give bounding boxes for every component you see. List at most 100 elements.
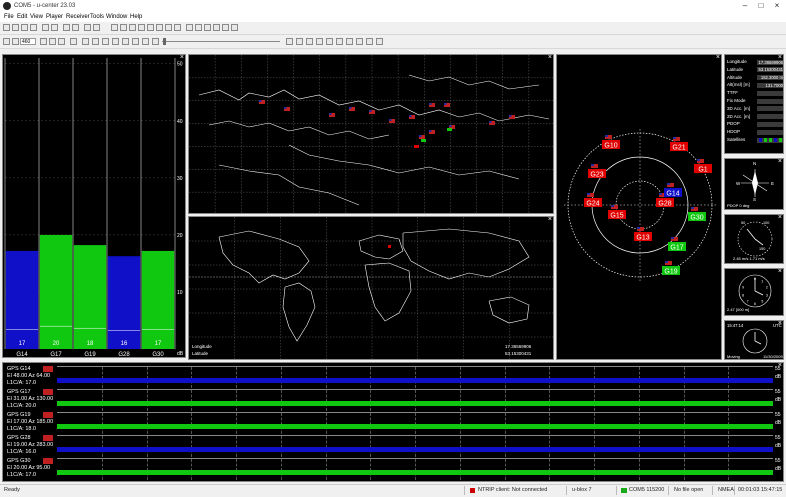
satellite-G21[interactable]: G21 — [670, 137, 688, 152]
satellite-G13[interactable]: G13 — [634, 227, 652, 242]
timeline-elevation-azimuth: El 19.00 Az 283.00 — [7, 442, 54, 448]
toolbar-button-icon[interactable] — [72, 24, 79, 31]
signal-axis-tick: 50 — [177, 62, 183, 68]
toolbar-button-icon[interactable] — [51, 24, 58, 31]
menu-tools[interactable]: Tools — [90, 14, 104, 20]
toolbar-button-icon[interactable] — [12, 24, 19, 31]
menu-view[interactable]: View — [30, 14, 43, 20]
timeline-scale-max: 55 — [775, 389, 781, 395]
player-button-icon[interactable] — [102, 38, 109, 45]
timeline-scale-unit: dB — [775, 397, 782, 403]
player-button-icon[interactable] — [356, 38, 363, 45]
satellite-G24[interactable]: G24 — [584, 193, 602, 208]
player-button-icon[interactable] — [366, 38, 373, 45]
minimize-button[interactable]: – — [738, 1, 752, 11]
info-value: 131.7000 — [757, 82, 783, 88]
toolbar-button-icon[interactable] — [222, 24, 229, 31]
menu-edit[interactable]: Edit — [17, 14, 27, 20]
menu-receiver[interactable]: Receiver — [66, 14, 90, 20]
timeline-plot — [57, 435, 773, 457]
toolbar-button-icon[interactable] — [3, 24, 10, 31]
info-value — [757, 121, 783, 127]
player-button-icon[interactable] — [296, 38, 303, 45]
player-button-icon[interactable] — [346, 38, 353, 45]
toolbar-button-icon[interactable] — [231, 24, 238, 31]
toolbar-button-icon[interactable] — [213, 24, 220, 31]
speed-tick-50: 50 — [741, 221, 746, 225]
menu-player[interactable]: Player — [46, 14, 63, 20]
toolbar-button-icon[interactable] — [165, 24, 172, 31]
satellite-G14[interactable]: G14 — [664, 183, 682, 198]
map-full-view[interactable] — [189, 217, 554, 360]
timeline-row: GPS G30 El 20.00 Az 95.00 L1C/A: 17.0 55 dB — [3, 458, 783, 480]
player-button-icon[interactable] — [142, 38, 149, 45]
signal-value-label: 18 — [87, 341, 94, 347]
satellite-G19[interactable]: G19 — [662, 261, 680, 276]
player-button-icon[interactable] — [92, 38, 99, 45]
toolbar-button-icon[interactable] — [30, 24, 37, 31]
toolbar-button-icon[interactable] — [156, 24, 163, 31]
player-button-icon[interactable] — [316, 38, 323, 45]
satellite-G15[interactable]: G15 — [608, 205, 626, 220]
map-marker-icon — [421, 139, 426, 142]
player-button-icon[interactable] — [49, 38, 56, 45]
satellite-G10[interactable]: G10 — [602, 135, 620, 150]
toolbar-button-icon[interactable] — [21, 24, 28, 31]
player-button-icon[interactable] — [376, 38, 383, 45]
satellite-mini-bar — [759, 138, 762, 142]
player-button-icon[interactable] — [82, 38, 89, 45]
toolbar-button-icon[interactable] — [84, 24, 91, 31]
player-button-icon[interactable] — [286, 38, 293, 45]
player-button-icon[interactable] — [40, 38, 47, 45]
satellite-G23[interactable]: G23 — [588, 164, 606, 179]
map-zoom-view[interactable] — [189, 55, 554, 214]
toolbar-button-icon[interactable] — [147, 24, 154, 31]
toolbar-button-icon[interactable] — [129, 24, 136, 31]
map-coastline — [218, 164, 360, 206]
continent-australia — [488, 296, 530, 324]
menu-help[interactable]: Help — [130, 14, 142, 20]
signal-bar-G30 — [141, 250, 175, 349]
map-flag-icon — [444, 103, 447, 105]
status-bar: Ready NTRIP client: Not connected u-blox… — [0, 484, 786, 497]
player-button-icon[interactable] — [336, 38, 343, 45]
signal-value-label: 17 — [155, 341, 162, 347]
player-button-icon[interactable] — [306, 38, 313, 45]
player-button-icon[interactable] — [112, 38, 119, 45]
player-slider-track[interactable] — [162, 41, 280, 42]
player-slider-thumb[interactable] — [163, 38, 166, 45]
menu-file[interactable]: File — [4, 14, 14, 20]
timeline-flag-icon — [43, 389, 53, 395]
signal-bar-G28 — [107, 256, 141, 349]
info-label: Latitude — [727, 66, 744, 72]
player-button-icon[interactable] — [132, 38, 139, 45]
satellite-G1[interactable]: G1 — [694, 159, 712, 174]
satellite-G30[interactable]: G30 — [688, 207, 706, 222]
player-button-icon[interactable] — [3, 38, 10, 45]
toolbar-button-icon[interactable] — [204, 24, 211, 31]
position-marker-icon — [388, 245, 391, 248]
continent-north-america — [218, 230, 310, 284]
menu-window[interactable]: Window — [106, 14, 127, 20]
player-button-icon[interactable] — [70, 38, 77, 45]
toolbar-button-icon[interactable] — [195, 24, 202, 31]
player-button-icon[interactable] — [12, 38, 19, 45]
toolbar-button-icon[interactable] — [174, 24, 181, 31]
player-button-icon[interactable] — [152, 38, 159, 45]
info-value — [757, 114, 783, 120]
toolbar-button-icon[interactable] — [42, 24, 49, 31]
compass-e: E — [771, 181, 775, 186]
player-button-icon[interactable] — [58, 38, 65, 45]
player-button-icon[interactable] — [326, 38, 333, 45]
close-button[interactable]: × — [770, 1, 784, 11]
maximize-button[interactable]: □ — [754, 1, 768, 11]
toolbar-button-icon[interactable] — [111, 24, 118, 31]
toolbar-button-icon[interactable] — [63, 24, 70, 31]
toolbar-button-icon[interactable] — [120, 24, 127, 31]
player-button-icon[interactable] — [122, 38, 129, 45]
toolbar-button-icon[interactable] — [93, 24, 100, 31]
baud-select[interactable]: 460 — [20, 38, 36, 45]
toolbar-button-icon[interactable] — [186, 24, 193, 31]
satellite-G17[interactable]: G17 — [668, 237, 686, 252]
toolbar-button-icon[interactable] — [138, 24, 145, 31]
